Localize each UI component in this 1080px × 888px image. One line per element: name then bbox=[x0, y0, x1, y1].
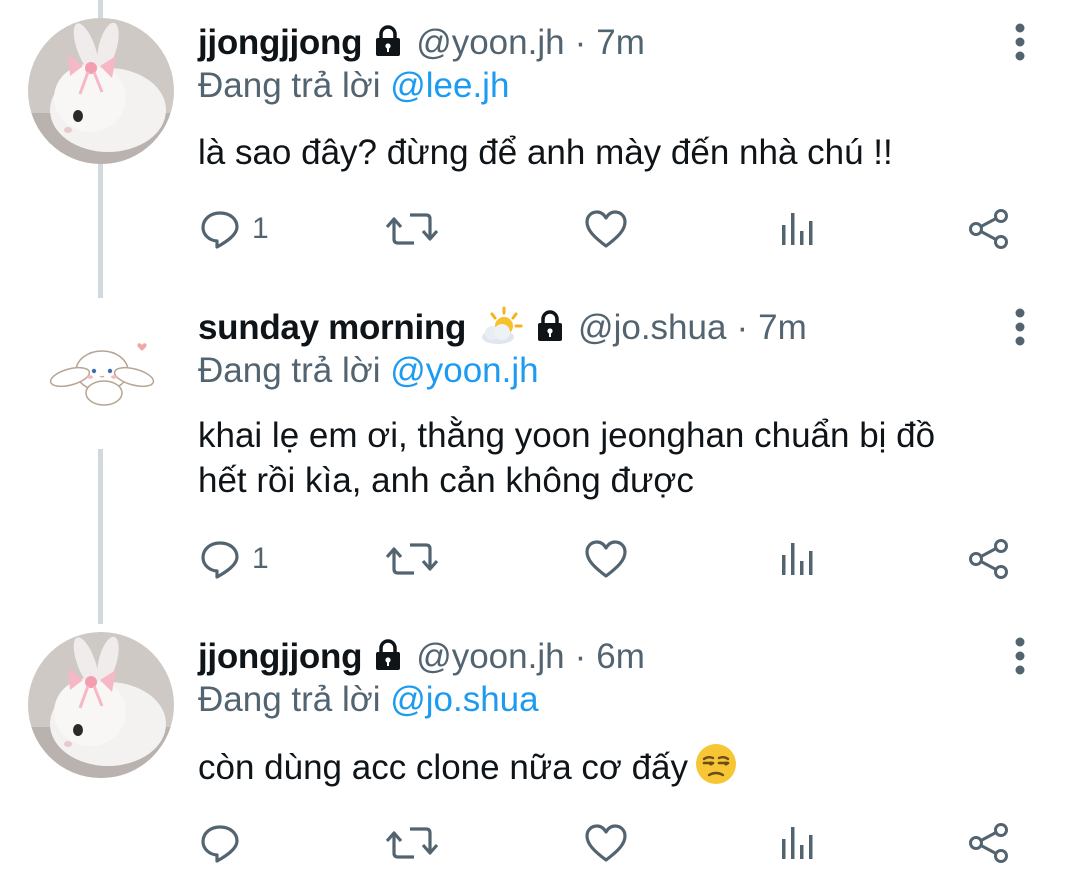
replying-to-prefix: Đang trả lời bbox=[198, 680, 381, 719]
unamused-face-icon bbox=[694, 742, 738, 797]
lock-icon bbox=[372, 638, 404, 677]
share-icon bbox=[969, 539, 1008, 579]
views-button[interactable] bbox=[778, 206, 818, 252]
tweet[interactable]: sunday morning @jo.shua · 7m Đang trả lờ… bbox=[0, 303, 1080, 603]
share-icon bbox=[969, 209, 1008, 249]
display-name[interactable]: jjongjjong bbox=[198, 23, 362, 63]
lock-icon bbox=[534, 309, 566, 348]
views-button[interactable] bbox=[778, 820, 818, 866]
retweet-icon bbox=[386, 543, 438, 575]
share-button[interactable] bbox=[968, 206, 1010, 252]
tweet[interactable]: jjongjjong @yoon.jh · 6m Đang trả lời @j… bbox=[0, 632, 1080, 888]
action-bar: 1 bbox=[198, 536, 1028, 582]
heart-icon bbox=[585, 824, 627, 862]
replying-to-link[interactable]: @yoon.jh bbox=[390, 351, 538, 390]
replying-to-prefix: Đang trả lời bbox=[198, 66, 381, 105]
retweet-button[interactable] bbox=[386, 820, 438, 866]
retweet-button[interactable] bbox=[386, 536, 438, 582]
reply-button[interactable]: 1 bbox=[200, 206, 269, 252]
tweet[interactable]: jjongjjong @yoon.jh · 7m Đang trả lời @l… bbox=[0, 18, 1080, 288]
tweet-text-line: hết rồi kìa, anh cản không được bbox=[198, 461, 694, 500]
timestamp[interactable]: 7m bbox=[596, 23, 645, 63]
tweet-header: sunday morning @jo.shua · 7m bbox=[198, 303, 807, 353]
like-button[interactable] bbox=[584, 820, 628, 866]
tweet-text-line: khai lẹ em ơi, thằng yoon jeonghan chuẩn… bbox=[198, 416, 936, 455]
retweet-icon bbox=[386, 827, 438, 859]
reply-count: 1 bbox=[252, 542, 269, 575]
action-bar: 1 bbox=[198, 206, 1028, 252]
more-options-icon[interactable] bbox=[1008, 22, 1032, 62]
handle[interactable]: @yoon.jh bbox=[416, 23, 564, 63]
replying-to: Đang trả lời @yoon.jh bbox=[198, 351, 539, 391]
replying-to-link[interactable]: @lee.jh bbox=[390, 66, 509, 105]
tweet-text: khai lẹ em ơi, thằng yoon jeonghan chuẩn… bbox=[198, 413, 1038, 503]
heart-icon bbox=[585, 210, 627, 248]
views-icon bbox=[782, 827, 813, 859]
reply-count: 1 bbox=[252, 212, 269, 245]
avatar[interactable] bbox=[28, 632, 174, 778]
tweet-text-line: còn dùng acc clone nữa cơ đấy bbox=[198, 747, 689, 787]
reply-icon bbox=[201, 541, 239, 579]
retweet-icon bbox=[386, 213, 438, 245]
reply-button[interactable] bbox=[200, 820, 252, 866]
retweet-button[interactable] bbox=[386, 206, 438, 252]
replying-to: Đang trả lời @lee.jh bbox=[198, 66, 509, 106]
separator-dot: · bbox=[574, 23, 587, 62]
handle[interactable]: @yoon.jh bbox=[416, 637, 564, 677]
share-button[interactable] bbox=[968, 536, 1010, 582]
heart-icon bbox=[585, 540, 627, 578]
reply-button[interactable]: 1 bbox=[200, 536, 269, 582]
separator-dot: · bbox=[574, 637, 587, 676]
display-name[interactable]: sunday morning bbox=[198, 308, 466, 348]
replying-to-prefix: Đang trả lời bbox=[198, 351, 381, 390]
like-button[interactable] bbox=[584, 536, 628, 582]
tweet-header: jjongjjong @yoon.jh · 6m bbox=[198, 632, 645, 682]
sun-behind-cloud-icon bbox=[478, 306, 524, 351]
tweet-text-line: là sao đây? đừng để anh mày đến nhà chú … bbox=[198, 133, 893, 172]
action-bar bbox=[198, 820, 1028, 866]
reply-icon bbox=[201, 825, 239, 863]
share-icon bbox=[969, 823, 1008, 863]
avatar[interactable] bbox=[28, 303, 174, 449]
handle[interactable]: @jo.shua bbox=[578, 308, 726, 348]
tweet-header: jjongjjong @yoon.jh · 7m bbox=[198, 18, 645, 68]
more-options-icon[interactable] bbox=[1008, 636, 1032, 676]
timestamp[interactable]: 6m bbox=[596, 637, 645, 677]
replying-to: Đang trả lời @jo.shua bbox=[198, 680, 539, 720]
share-button[interactable] bbox=[968, 820, 1010, 866]
replying-to-link[interactable]: @jo.shua bbox=[390, 680, 538, 719]
lock-icon bbox=[372, 24, 404, 63]
like-button[interactable] bbox=[584, 206, 628, 252]
views-button[interactable] bbox=[778, 536, 818, 582]
reply-icon bbox=[201, 211, 239, 249]
views-icon bbox=[782, 543, 813, 575]
avatar[interactable] bbox=[28, 18, 174, 164]
tweet-text: còn dùng acc clone nữa cơ đấy bbox=[198, 742, 1038, 797]
more-options-icon[interactable] bbox=[1008, 307, 1032, 347]
separator-dot: · bbox=[736, 308, 749, 347]
timestamp[interactable]: 7m bbox=[758, 308, 807, 348]
tweet-text: là sao đây? đừng để anh mày đến nhà chú … bbox=[198, 130, 1038, 175]
views-icon bbox=[782, 213, 813, 245]
display-name[interactable]: jjongjjong bbox=[198, 637, 362, 677]
